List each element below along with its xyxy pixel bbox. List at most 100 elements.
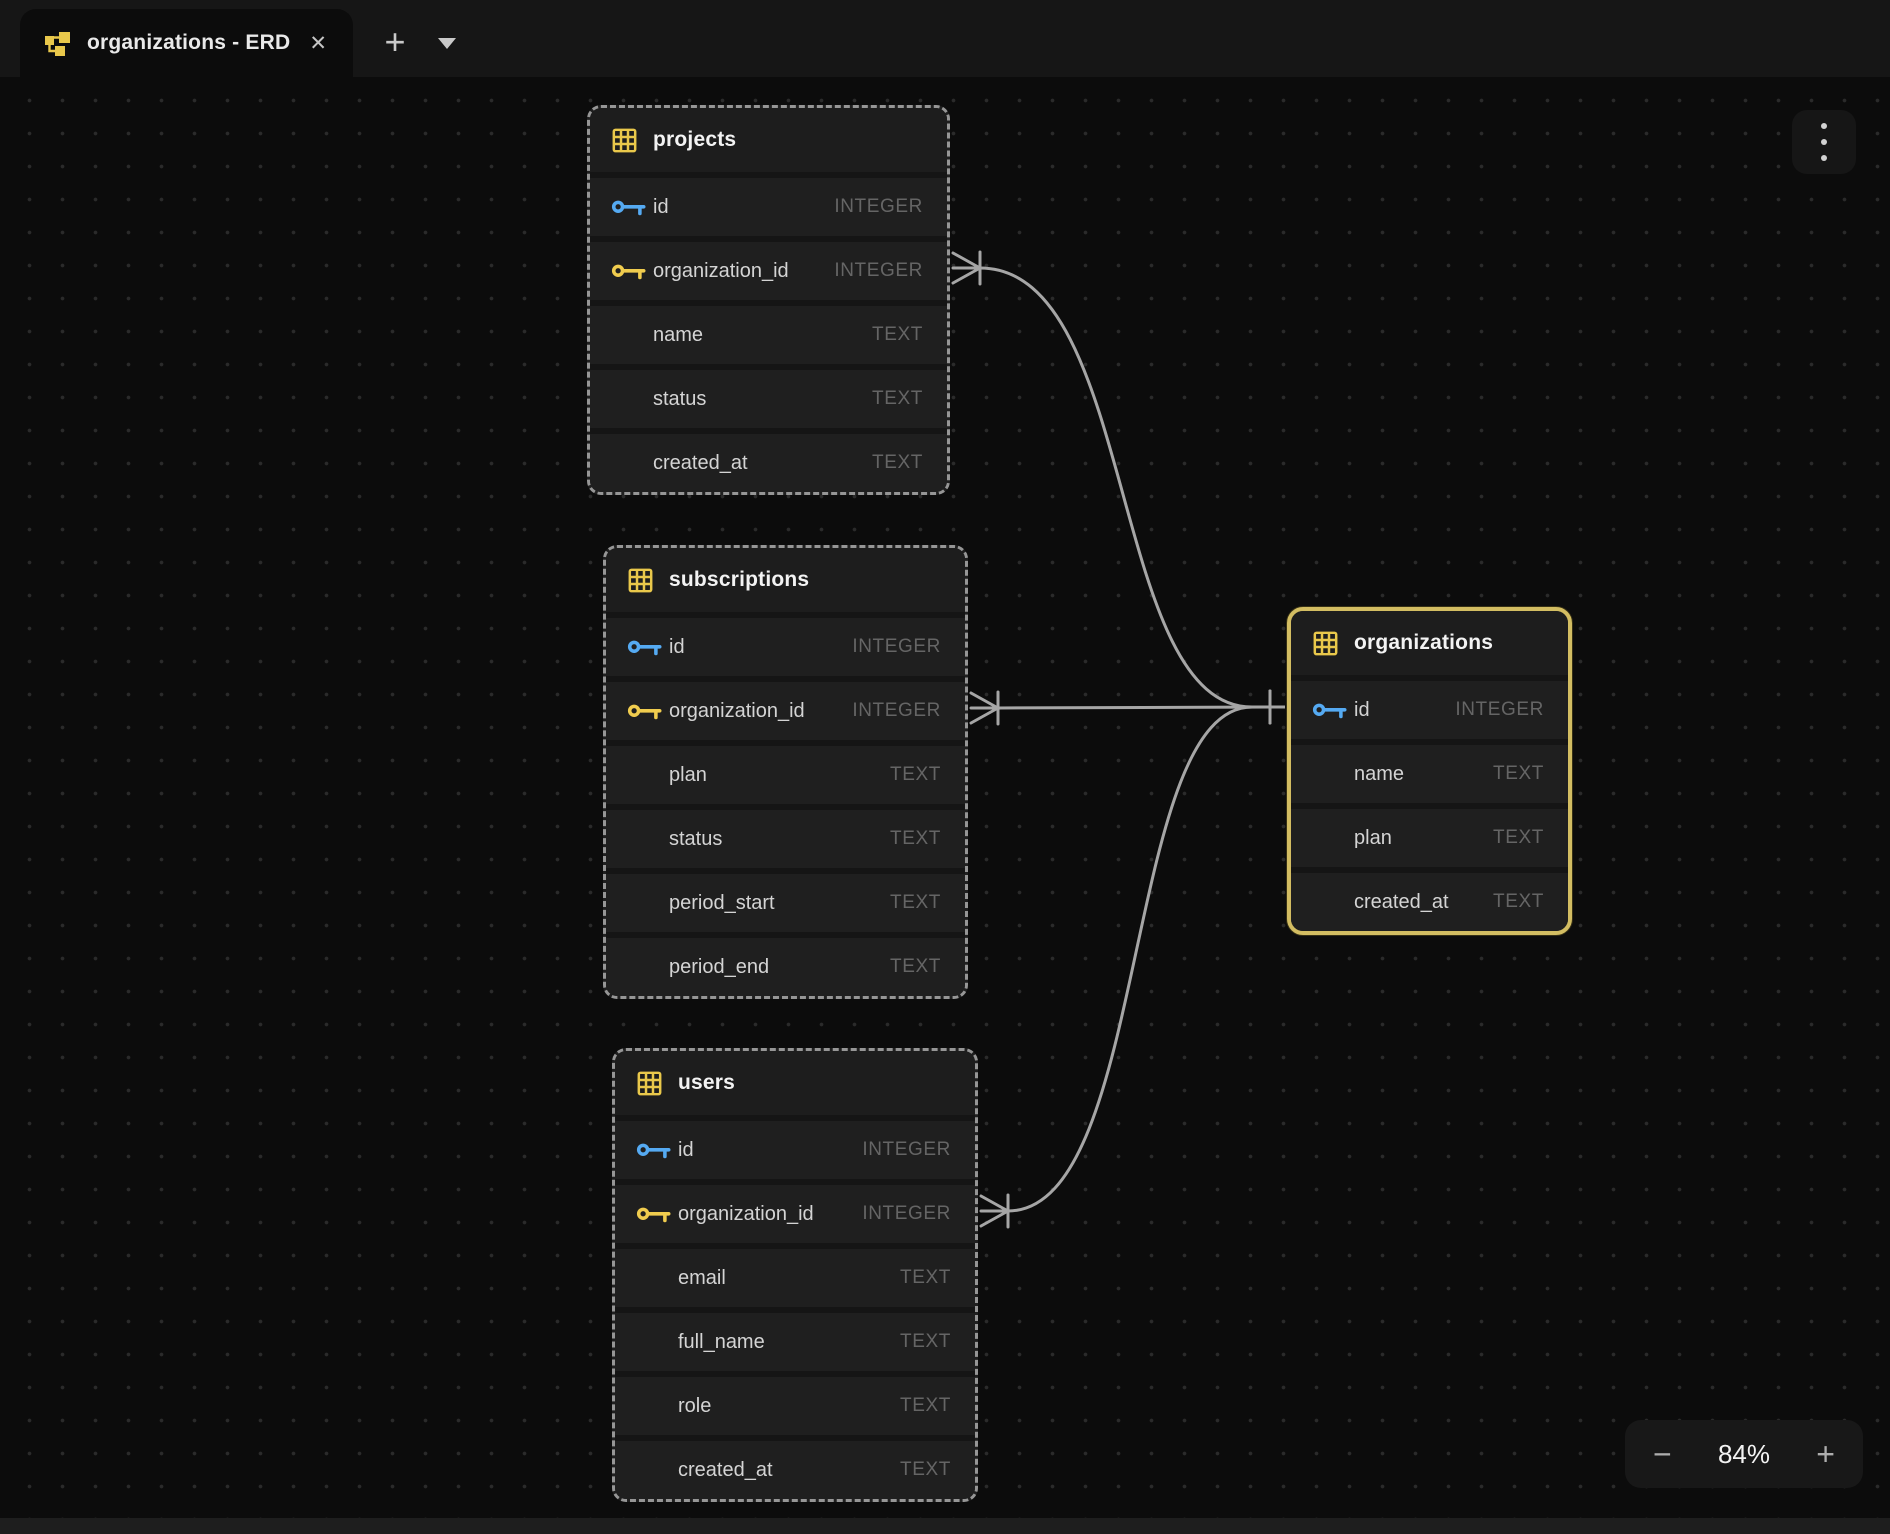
zoom-control: − 84% +	[1625, 1420, 1863, 1488]
column-name: status	[669, 828, 722, 851]
column-type: TEXT	[890, 956, 941, 978]
column-name: created_at	[1354, 891, 1449, 914]
column-name: role	[678, 1395, 711, 1418]
table-row: id INTEGER	[606, 612, 965, 676]
table-header: organizations	[1291, 611, 1568, 675]
column-name: created_at	[653, 452, 748, 475]
table-title: subscriptions	[669, 568, 809, 592]
foreign-key-icon	[636, 1205, 678, 1224]
column-type: TEXT	[890, 828, 941, 850]
column-type: INTEGER	[852, 700, 941, 722]
column-name: email	[678, 1267, 726, 1290]
tab-bar: organizations - ERD ✕ +	[0, 0, 1890, 77]
column-type: TEXT	[1493, 891, 1544, 913]
column-type: INTEGER	[852, 636, 941, 658]
column-type: TEXT	[872, 388, 923, 410]
table-row: name TEXT	[590, 300, 947, 364]
primary-key-icon	[636, 1141, 678, 1160]
table-row: full_name TEXT	[615, 1307, 975, 1371]
close-tab-icon[interactable]: ✕	[303, 27, 333, 60]
column-name: organization_id	[653, 260, 789, 283]
column-type: TEXT	[890, 764, 941, 786]
table-row: period_start TEXT	[606, 868, 965, 932]
column-type: INTEGER	[834, 196, 923, 218]
column-name: period_start	[669, 892, 775, 915]
key-icon	[627, 638, 664, 657]
key-icon	[636, 1205, 673, 1224]
table-grid-icon	[636, 1070, 678, 1097]
column-name: name	[1354, 763, 1404, 786]
table-row: email TEXT	[615, 1243, 975, 1307]
column-name: full_name	[678, 1331, 765, 1354]
table-row: organization_id INTEGER	[590, 236, 947, 300]
column-name: name	[653, 324, 703, 347]
table-row: created_at TEXT	[1291, 867, 1568, 931]
column-type: TEXT	[872, 452, 923, 474]
bottom-edge-strip	[0, 1518, 1890, 1534]
table-grid-icon	[1312, 630, 1354, 657]
table-grid-icon	[611, 127, 653, 154]
kebab-dot	[1821, 155, 1827, 161]
table-row: status TEXT	[590, 364, 947, 428]
column-name: organization_id	[669, 700, 805, 723]
zoom-out-button[interactable]: −	[1653, 1438, 1672, 1470]
table-rows: id INTEGER organization_id INTEGER email…	[615, 1115, 975, 1499]
zoom-level-label: 84%	[1718, 1439, 1770, 1470]
primary-key-icon	[1312, 701, 1354, 720]
table-row: id INTEGER	[590, 172, 947, 236]
column-name: period_end	[669, 956, 769, 979]
column-type: TEXT	[900, 1267, 951, 1289]
tab-title: organizations - ERD	[87, 31, 303, 55]
erd-schema-icon	[44, 30, 71, 57]
table-node-users[interactable]: users id INTEGER organization_id INTEGER…	[612, 1048, 978, 1502]
primary-key-icon	[611, 198, 653, 217]
column-name: organization_id	[678, 1203, 814, 1226]
zoom-in-button[interactable]: +	[1816, 1438, 1835, 1470]
table-title: projects	[653, 128, 736, 152]
column-type: INTEGER	[1455, 699, 1544, 721]
column-name: id	[669, 636, 685, 659]
table-row: id INTEGER	[1291, 675, 1568, 739]
table-row: created_at TEXT	[615, 1435, 975, 1499]
column-name: id	[1354, 699, 1370, 722]
key-icon	[611, 262, 648, 281]
column-type: TEXT	[900, 1459, 951, 1481]
table-row: id INTEGER	[615, 1115, 975, 1179]
column-name: id	[678, 1139, 694, 1162]
table-rows: id INTEGER organization_id INTEGER plan …	[606, 612, 965, 996]
chevron-down-icon[interactable]	[438, 38, 456, 49]
table-title: users	[678, 1071, 735, 1095]
more-options-button[interactable]	[1792, 110, 1856, 174]
table-row: plan TEXT	[1291, 803, 1568, 867]
table-grid-icon	[627, 567, 669, 594]
table-rows: id INTEGER organization_id INTEGER name …	[590, 172, 947, 492]
column-type: TEXT	[890, 892, 941, 914]
column-type: TEXT	[1493, 827, 1544, 849]
column-type: TEXT	[872, 324, 923, 346]
foreign-key-icon	[611, 262, 653, 281]
column-type: TEXT	[900, 1331, 951, 1353]
column-type: INTEGER	[834, 260, 923, 282]
table-row: period_end TEXT	[606, 932, 965, 996]
table-row: status TEXT	[606, 804, 965, 868]
column-name: created_at	[678, 1459, 773, 1482]
key-icon	[636, 1141, 673, 1160]
column-name: id	[653, 196, 669, 219]
table-row: organization_id INTEGER	[606, 676, 965, 740]
table-row: plan TEXT	[606, 740, 965, 804]
kebab-dot	[1821, 139, 1827, 145]
table-header: subscriptions	[606, 548, 965, 612]
table-node-subscriptions[interactable]: subscriptions id INTEGER organization_id…	[603, 545, 968, 999]
table-rows: id INTEGER name TEXT plan TEXT created_a…	[1291, 675, 1568, 931]
key-icon	[627, 702, 664, 721]
table-row: name TEXT	[1291, 739, 1568, 803]
table-node-organizations[interactable]: organizations id INTEGER name TEXT plan …	[1287, 607, 1572, 935]
column-name: plan	[1354, 827, 1392, 850]
new-tab-button[interactable]: +	[373, 21, 417, 65]
key-icon	[1312, 701, 1349, 720]
table-title: organizations	[1354, 631, 1493, 655]
table-node-projects[interactable]: projects id INTEGER organization_id INTE…	[587, 105, 950, 495]
key-icon	[611, 198, 648, 217]
tab-organizations-erd[interactable]: organizations - ERD ✕	[20, 9, 353, 77]
primary-key-icon	[627, 638, 669, 657]
